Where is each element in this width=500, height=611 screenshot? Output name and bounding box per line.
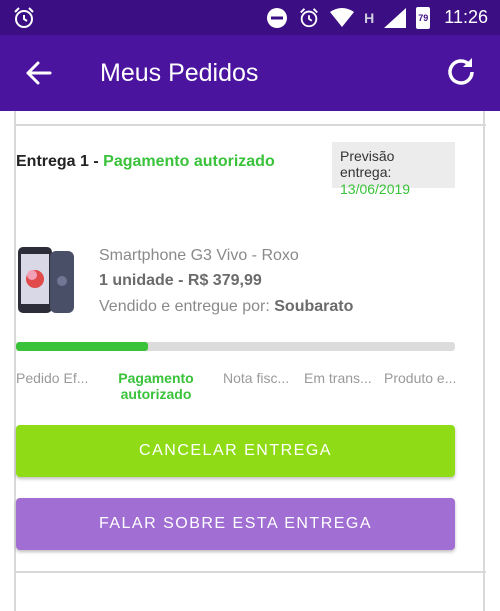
product-quantity-price: 1 unidade - R$ 379,99 <box>99 272 262 289</box>
step-em-transito: Em trans... <box>304 370 372 386</box>
talk-about-delivery-button[interactable]: FALAR SOBRE ESTA ENTREGA <box>16 498 455 550</box>
status-bar: H 79 11:26 <box>0 0 500 35</box>
delivery-status: Pagamento autorizado <box>103 153 275 170</box>
step-nota-fiscal: Nota fisc... <box>223 370 290 386</box>
product-image <box>18 247 74 313</box>
orders-content: Entrega 1 - Pagamento autorizado Previsã… <box>0 111 500 611</box>
seller-name: Soubarato <box>274 298 354 315</box>
step-pagamento: Pagamento autorizado <box>118 370 194 402</box>
delivery-header: Entrega 1 - Pagamento autorizado <box>16 153 275 171</box>
network-type-label: H <box>364 9 375 26</box>
step-pedido: Pedido Ef... <box>16 370 89 386</box>
delivery-forecast-box: Previsão entrega: 13/06/2019 <box>332 142 455 197</box>
cancel-delivery-button[interactable]: CANCELAR ENTREGA <box>16 425 455 477</box>
refresh-icon[interactable] <box>444 55 478 89</box>
battery-icon: 79 <box>416 6 431 29</box>
progress-fill <box>16 342 148 351</box>
do-not-disturb-icon <box>267 7 288 28</box>
signal-icon <box>384 7 407 28</box>
delivery-steps: Pedido Ef... Pagamento autorizado Nota f… <box>16 370 461 406</box>
seller-label: Vendido e entregue por: <box>99 298 275 315</box>
product-seller: Vendido e entregue por: Soubarato <box>99 298 353 316</box>
back-arrow-icon[interactable] <box>24 59 52 87</box>
alarm-icon-2 <box>300 7 319 27</box>
forecast-label: Previsão entrega: <box>340 148 395 180</box>
product-name: Smartphone G3 Vivo - Roxo <box>99 247 299 264</box>
app-bar: Meus Pedidos <box>0 35 500 111</box>
delivery-progress-bar <box>16 342 455 351</box>
delivery-label: Entrega 1 - <box>16 153 104 170</box>
step-produto-entregue: Produto e... <box>384 370 457 386</box>
wifi-icon <box>330 7 355 27</box>
divider <box>14 124 486 126</box>
clock: 11:26 <box>444 7 488 27</box>
battery-level: 79 <box>418 12 429 23</box>
page-title: Meus Pedidos <box>100 59 259 87</box>
forecast-date: 13/06/2019 <box>340 181 411 197</box>
divider-bottom <box>14 571 486 573</box>
alarm-icon <box>14 7 34 28</box>
